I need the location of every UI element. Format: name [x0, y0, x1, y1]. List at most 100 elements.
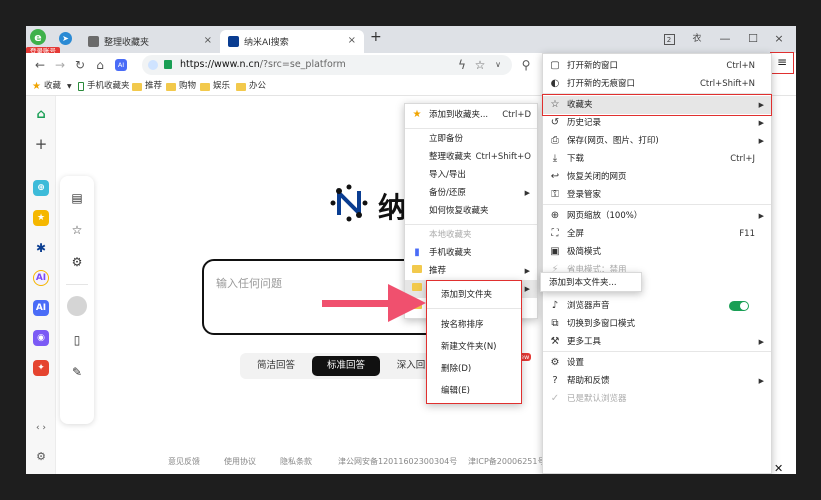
menu-item-zoom[interactable]: ⊕ 网页缩放（100%） ▶ [543, 207, 771, 225]
tab-bar: e 登录账号 ➤ 整理收藏夹 × 纳米AI搜索 × + 2 衣 — ☐ × [26, 26, 796, 56]
menu-item-new-folder[interactable]: 新建文件夹(N) [427, 338, 521, 356]
menu-item-backup-now[interactable]: 立即备份 [405, 130, 537, 148]
menu-item-new-window[interactable]: ▢ 打开新的窗口 Ctrl+N [543, 57, 771, 75]
menu-item-key[interactable]: ⚿ 登录管家 [543, 186, 771, 204]
settings-icon: ⚙ [550, 357, 560, 368]
telegram-icon[interactable]: ➤ [59, 32, 72, 45]
menu-item-add-to-this-folder[interactable]: 添加到本文件夹... [541, 274, 641, 292]
menu-item-add-to-folder[interactable]: 添加到文件夹 [427, 286, 521, 304]
edit-icon[interactable]: ✎ [69, 364, 85, 380]
menu-item-delete[interactable]: 删除(D) [427, 360, 521, 378]
ai-icon[interactable]: AI [115, 59, 127, 71]
menu-item-shortcut: F11 [739, 229, 755, 239]
mode-standard[interactable]: 标准回答 [312, 356, 380, 376]
folder-icon [88, 36, 99, 47]
new-tab-button[interactable]: + [370, 29, 382, 45]
folder-context-menu: 添加到文件夹 按名称排序 新建文件夹(N) 删除(D) 编辑(E) [426, 280, 522, 404]
menu-item-add-favorite[interactable]: ★ 添加到收藏夹... Ctrl+D [405, 106, 537, 124]
menu-item-tools[interactable]: ⚒ 更多工具 ▶ [543, 333, 771, 351]
main-menu-button[interactable]: ≡ [770, 52, 794, 74]
ai-assistant-icon[interactable]: AI [33, 270, 49, 286]
gear-icon[interactable]: ⚙ [69, 254, 85, 270]
menu-item-restore[interactable]: ↩ 恢复关闭的网页 [543, 168, 771, 186]
star-icon: ★ [32, 81, 41, 92]
bookmark-recommend[interactable]: 推荐 [132, 79, 162, 94]
bookmark-shopping[interactable]: 购物 [166, 79, 196, 94]
menu-item-import-export[interactable]: 导入/导出 [405, 166, 537, 184]
chevron-right-icon: ▶ [524, 189, 530, 197]
menu-item-recommend[interactable]: 推荐 ▶ [405, 262, 537, 280]
add-to-this-folder-menu: 添加到本文件夹... [540, 272, 642, 292]
menu-item-label: 设置 [567, 358, 585, 368]
footer-feedback[interactable]: 意见反馈 [168, 456, 200, 467]
divider [543, 93, 771, 94]
browser-logo[interactable]: e [29, 28, 47, 46]
footer-privacy[interactable]: 隐私条款 [280, 456, 312, 467]
menu-item-fullscreen[interactable]: ⛶ 全屏 F11 [543, 225, 771, 243]
bookmark-office[interactable]: 办公 [236, 79, 266, 94]
nano-ai-icon[interactable]: ✱ [33, 240, 49, 256]
download-icon: ⤓ [552, 153, 558, 164]
close-window-button[interactable]: × [768, 29, 790, 49]
home-icon[interactable]: ⌂ [92, 56, 108, 74]
star-outline-icon[interactable]: ☆ [69, 222, 85, 238]
reload-icon[interactable]: ↻ [72, 56, 88, 74]
minimize-button[interactable]: — [714, 29, 736, 49]
menu-item-sort-by-name[interactable]: 按名称排序 [427, 316, 521, 334]
collapse-icon[interactable]: ‹ › [33, 420, 49, 436]
mode-concise[interactable]: 简洁回答 [244, 356, 308, 376]
document-icon[interactable]: ▤ [69, 190, 85, 206]
avatar[interactable] [67, 296, 87, 316]
menu-item-download[interactable]: ⤓ 下载 Ctrl+J [543, 150, 771, 168]
settings-icon[interactable]: ⚙ [33, 448, 49, 464]
add-icon[interactable]: + [33, 135, 49, 153]
lightning-icon[interactable]: ϟ [454, 56, 470, 74]
menu-item-minimal[interactable]: ▣ 极简模式 [543, 243, 771, 261]
close-icon[interactable]: × [204, 35, 212, 46]
menu-item-incognito[interactable]: ◐ 打开新的无痕窗口 Ctrl+Shift+N [543, 75, 771, 93]
menu-item-save[interactable]: ⎙ 保存(网页、图片、打印) ▶ [543, 132, 771, 150]
back-icon[interactable]: ← [32, 56, 48, 74]
menu-item-favorites[interactable]: ☆ 收藏夹 ▶ [543, 96, 771, 114]
url-text[interactable]: https://www.n.cn/?src=se_platform [180, 55, 346, 75]
nano-logo-icon [329, 183, 369, 223]
ai-chat-icon[interactable]: AI [33, 300, 49, 316]
close-icon[interactable]: × [348, 35, 356, 46]
footer-icp-record[interactable]: 津ICP备20006251号-2 [468, 456, 553, 467]
menu-item-label: 浏览器声音 [567, 301, 610, 311]
favorites-star-icon[interactable]: ★ [33, 210, 49, 226]
game-icon[interactable]: ✦ [33, 360, 49, 376]
bookmark-mobile[interactable]: 手机收藏夹 [78, 79, 130, 94]
favorites-button[interactable]: ★ 收藏 ▼ [32, 79, 72, 94]
robot-icon[interactable]: ◉ [33, 330, 49, 346]
menu-item-organize[interactable]: 整理收藏夹 Ctrl+Shift+O [405, 148, 537, 166]
tab-count-icon[interactable]: 2 [658, 29, 680, 49]
app-icon-blue[interactable]: ⊕ [33, 180, 49, 196]
chevron-down-icon[interactable]: ∨ [490, 56, 506, 74]
phone-icon[interactable]: ▯ [69, 332, 85, 348]
menu-item-multi-window[interactable]: ⧉ 切换到多窗口模式 [543, 315, 771, 333]
maximize-button[interactable]: ☐ [742, 29, 764, 49]
menu-item-settings[interactable]: ⚙ 设置 [543, 354, 771, 372]
star-add-icon: ★ [412, 109, 422, 120]
search-icon[interactable]: ⚲ [518, 56, 534, 74]
tab-nano-ai-search[interactable]: 纳米AI搜索 × [220, 30, 364, 53]
menu-item-help[interactable]: ? 帮助和反馈 ▶ [543, 372, 771, 390]
footer-police-record[interactable]: 津公网安备12011602300304号 [338, 456, 457, 467]
menu-item-mobile-favorites[interactable]: ▮ 手机收藏夹 [405, 244, 537, 262]
skin-icon[interactable]: 衣 [686, 29, 708, 49]
menu-item-edit[interactable]: 编辑(E) [427, 382, 521, 400]
footer-terms[interactable]: 使用协议 [224, 456, 256, 467]
tab-organize-favorites[interactable]: 整理收藏夹 × [80, 30, 220, 53]
chevron-right-icon: ▶ [758, 338, 764, 346]
bookmark-entertainment[interactable]: 娱乐 [200, 79, 230, 94]
menu-item-backup-restore[interactable]: 备份/还原 ▶ [405, 184, 537, 202]
menu-item-how-restore[interactable]: 如何恢复收藏夹 [405, 202, 537, 220]
star-icon[interactable]: ☆ [472, 56, 488, 74]
forward-icon[interactable]: → [52, 56, 68, 74]
sound-toggle[interactable] [729, 301, 749, 311]
site-info-icon[interactable] [148, 60, 158, 70]
menu-item-history[interactable]: ↺ 历史记录 ▶ [543, 114, 771, 132]
menu-item-sound[interactable]: ♪ 浏览器声音 [543, 297, 771, 315]
home-icon[interactable]: ⌂ [33, 106, 49, 122]
